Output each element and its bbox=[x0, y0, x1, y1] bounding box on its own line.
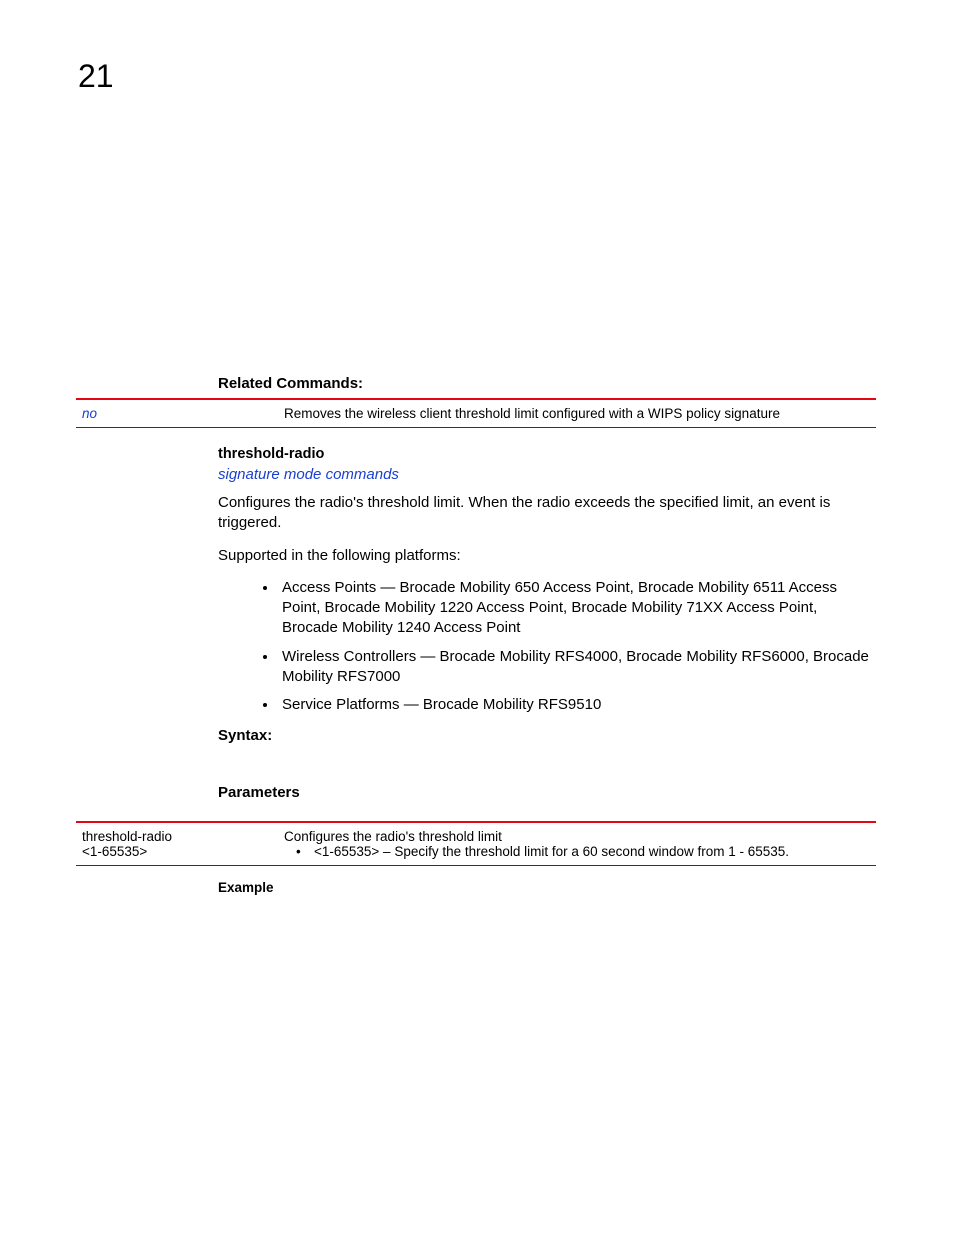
param-name-line2: <1-65535> bbox=[82, 844, 272, 859]
related-commands-table: no Removes the wireless client threshold… bbox=[76, 398, 876, 428]
table-row: no Removes the wireless client threshold… bbox=[76, 399, 876, 428]
list-item: Access Points — Brocade Mobility 650 Acc… bbox=[278, 578, 876, 639]
parameters-table: threshold-radio <1-65535> Configures the… bbox=[76, 821, 876, 866]
list-item: Wireless Controllers — Brocade Mobility … bbox=[278, 647, 876, 688]
cmd-link-no[interactable]: no bbox=[82, 406, 97, 421]
page: 21 Related Commands: no Removes the wire… bbox=[0, 0, 954, 1235]
command-name: threshold-radio bbox=[218, 446, 876, 462]
cmd-desc: Removes the wireless client threshold li… bbox=[278, 399, 876, 428]
param-name-line1: threshold-radio bbox=[82, 829, 272, 844]
chapter-number: 21 bbox=[78, 58, 876, 95]
supported-intro: Supported in the following platforms: bbox=[218, 546, 876, 566]
list-item: Service Platforms — Brocade Mobility RFS… bbox=[278, 695, 876, 715]
platforms-list: Access Points — Brocade Mobility 650 Acc… bbox=[218, 578, 876, 716]
table-row: threshold-radio <1-65535> Configures the… bbox=[76, 822, 876, 866]
syntax-heading: Syntax: bbox=[218, 727, 876, 744]
content-block: Related Commands: no Removes the wireles… bbox=[218, 375, 876, 895]
related-commands-heading: Related Commands: bbox=[218, 375, 876, 392]
command-description: Configures the radio's threshold limit. … bbox=[218, 493, 876, 534]
parameters-heading: Parameters bbox=[218, 784, 876, 801]
param-desc-line2: <1-65535> – Specify the threshold limit … bbox=[284, 844, 870, 859]
mode-link[interactable]: signature mode commands bbox=[218, 466, 876, 483]
param-desc-line1: Configures the radio's threshold limit bbox=[284, 829, 870, 844]
example-heading: Example bbox=[218, 880, 876, 895]
